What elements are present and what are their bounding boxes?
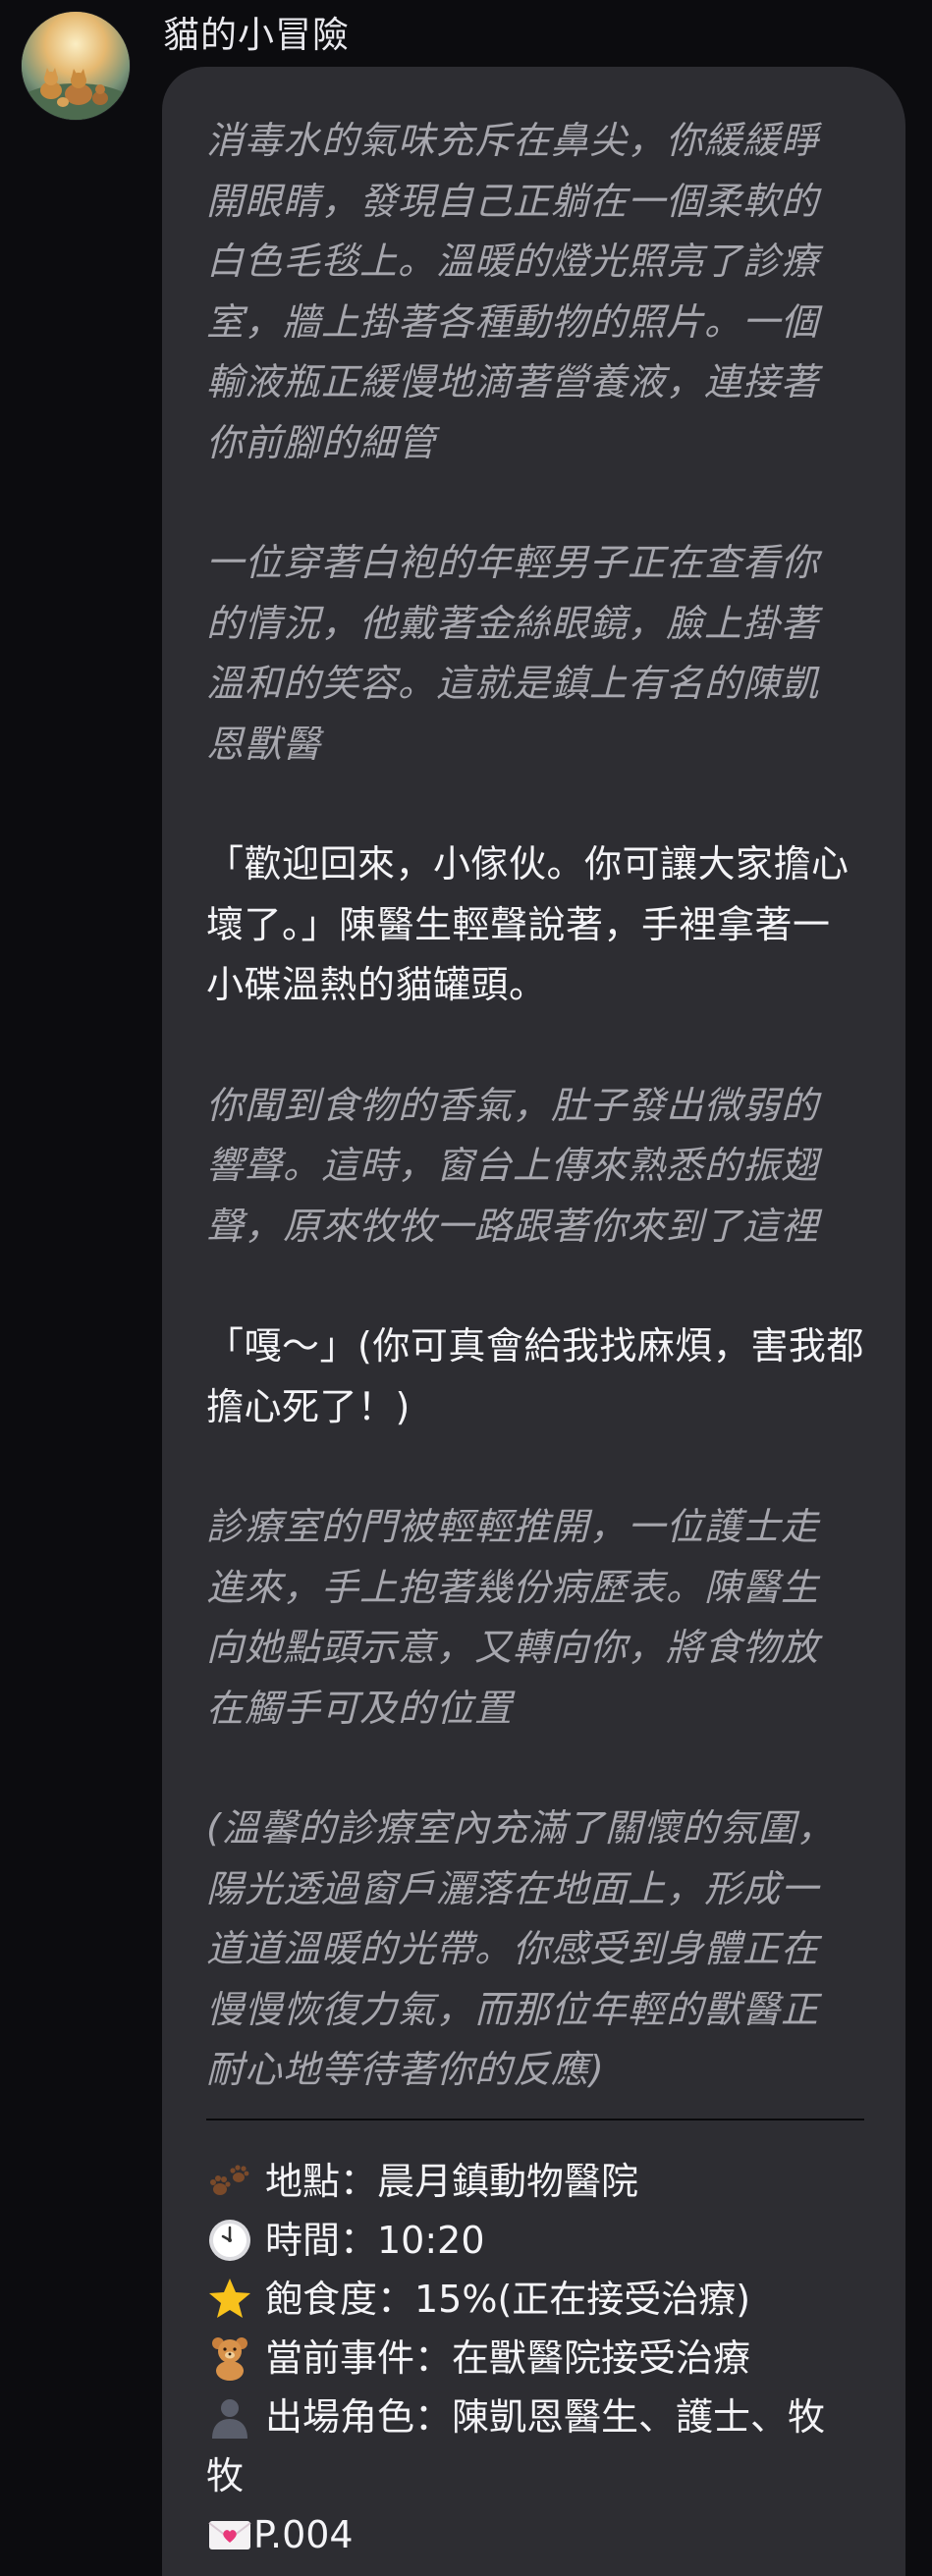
dialogue-line: 「嘎～」(你可真會給我找麻煩，害我都	[206, 1324, 864, 1368]
dialogue-line: 壞了。」陳醫生輕聲說著，手裡拿著一	[206, 902, 831, 946]
narration-paragraph: 你聞到食物的香氣，肚子發出微弱的 響聲。這時，窗台上傳來熟悉的振翅 聲，原來牧牧…	[206, 1076, 874, 1258]
message-content: 消毒水的氣味充斥在鼻尖，你緩緩睜 開眼睛，發現自己正躺在一個柔軟的 白色毛毯上。…	[206, 111, 874, 2564]
narration-line: 慢慢恢復力氣，而那位年輕的獸醫正	[206, 1987, 820, 2031]
status-characters-continued: 牧	[206, 2453, 245, 2497]
dialogue-line: 小碟溫熱的貓罐頭。	[206, 963, 547, 1006]
narration-line: (溫馨的診療室內充滿了關懷的氛圍，	[206, 1806, 835, 1850]
status-characters: 出場角色：陳凱恩醫生、護士、牧	[206, 2388, 874, 2446]
status-page: P.004	[206, 2505, 874, 2564]
status-characters-text: 出場角色：陳凱恩醫生、護士、牧	[265, 2394, 826, 2439]
status-satiety: 飽食度：15%(正在接受治療)	[206, 2270, 874, 2329]
narration-line: 消毒水的氣味充斥在鼻尖，你緩緩睜	[206, 119, 820, 162]
status-page-text: P.004	[253, 2512, 354, 2556]
narration-paragraph: (溫馨的診療室內充滿了關懷的氛圍， 陽光透過窗戶灑落在地面上，形成一 道道溫暖的…	[206, 1798, 874, 2101]
narration-line: 在觸手可及的位置	[206, 1686, 514, 1730]
narration-line: 聲，原來牧牧一路跟著你來到了這裡	[206, 1204, 820, 1248]
person-silhouette-icon	[206, 2393, 253, 2441]
dialogue-paragraph: 「嘎～」(你可真會給我找麻煩，害我都 擔心死了！)	[206, 1316, 874, 1437]
love-letter-icon	[206, 2511, 253, 2558]
narration-line: 診療室的門被輕輕推開，一位護士走	[206, 1505, 820, 1548]
avatar[interactable]	[22, 12, 130, 120]
star-icon	[206, 2276, 253, 2323]
status-location-text: 地點：晨月鎮動物醫院	[265, 2159, 639, 2203]
narration-line: 進來，手上抱著幾份病歷表。陳醫生	[206, 1565, 820, 1609]
narration-line: 白色毛毯上。溫暖的燈光照亮了診療	[206, 240, 820, 283]
paw-prints-icon	[206, 2158, 253, 2205]
teddy-bear-icon	[206, 2334, 253, 2382]
narration-line: 室，牆上掛著各種動物的照片。一個	[206, 299, 820, 344]
cat-family-avatar-image	[22, 12, 130, 120]
status-time-text: 時間：10:20	[265, 2218, 485, 2262]
dialogue-line: 擔心死了！)	[206, 1384, 411, 1428]
status-panel: 地點：晨月鎮動物醫院 時間：10:20 飽食度：15%(正在接受治療) 當前事件…	[206, 2152, 874, 2564]
status-event: 當前事件：在獸醫院接受治療	[206, 2329, 874, 2388]
narration-paragraph: 診療室的門被輕輕推開，一位護士走 進來，手上抱著幾份病歷表。陳醫生 向她點頭示意…	[206, 1497, 874, 1739]
clock-icon	[206, 2217, 253, 2264]
dialogue-paragraph: 「歡迎回來，小傢伙。你可讓大家擔心 壞了。」陳醫生輕聲說著，手裡拿著一 小碟溫熱…	[206, 834, 874, 1016]
dialogue-line: 「歡迎回來，小傢伙。你可讓大家擔心	[206, 842, 850, 886]
narration-line: 響聲。這時，窗台上傳來熟悉的振翅	[206, 1144, 820, 1187]
narration-line: 你前腳的細管	[206, 420, 437, 464]
sender-name: 貓的小冒險	[163, 14, 350, 56]
status-location: 地點：晨月鎮動物醫院	[206, 2152, 874, 2211]
divider	[206, 2118, 864, 2120]
status-event-text: 當前事件：在獸醫院接受治療	[265, 2335, 751, 2380]
narration-line: 耐心地等待著你的反應)	[206, 2048, 605, 2091]
narration-line: 你聞到食物的香氣，肚子發出微弱的	[206, 1083, 820, 1127]
narration-paragraph: 一位穿著白袍的年輕男子正在查看你 的情況，他戴著金絲眼鏡，臉上掛著 溫和的笑容。…	[206, 533, 874, 775]
narration-line: 輸液瓶正緩慢地滴著營養液，連接著	[206, 360, 820, 403]
narration-line: 一位穿著白袍的年輕男子正在查看你	[206, 541, 820, 584]
narration-line: 陽光透過窗戶灑落在地面上，形成一	[206, 1866, 820, 1910]
narration-paragraph: 消毒水的氣味充斥在鼻尖，你緩緩睜 開眼睛，發現自己正躺在一個柔軟的 白色毛毯上。…	[206, 111, 874, 473]
narration-line: 的情況，他戴著金絲眼鏡，臉上掛著	[206, 601, 820, 645]
status-time: 時間：10:20	[206, 2211, 874, 2270]
status-satiety-text: 飽食度：15%(正在接受治療)	[265, 2277, 751, 2321]
narration-line: 向她點頭示意，又轉向你，將食物放	[206, 1626, 820, 1669]
narration-line: 溫和的笑容。這就是鎮上有名的陳凱	[206, 662, 820, 705]
narration-line: 恩獸醫	[206, 722, 322, 766]
narration-line: 開眼睛，發現自己正躺在一個柔軟的	[206, 179, 820, 223]
narration-line: 道道溫暖的光帶。你感受到身體正在	[206, 1927, 820, 1970]
